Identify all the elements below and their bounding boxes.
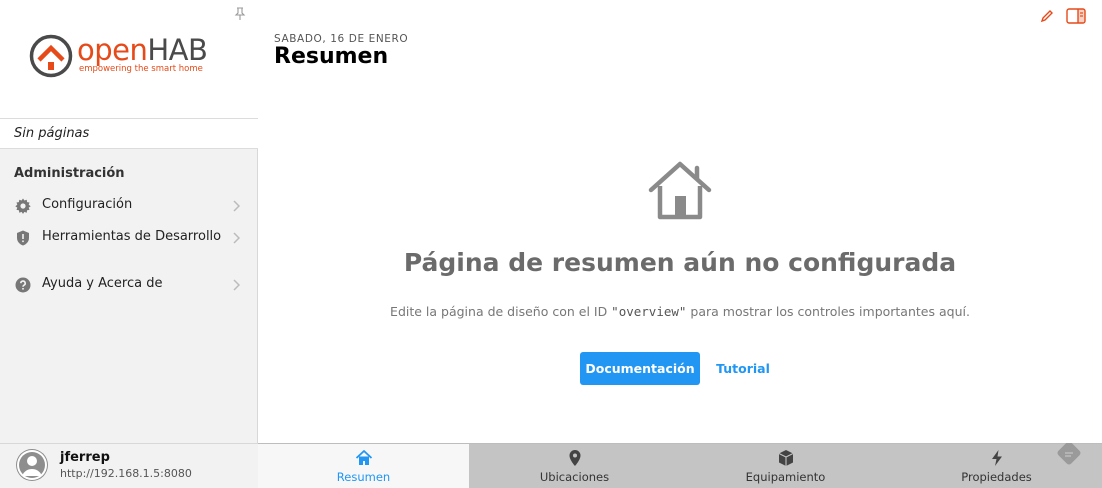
tab-ubicaciones[interactable]: Ubicaciones bbox=[469, 444, 680, 488]
user-name: jferrep bbox=[60, 450, 110, 465]
chevron-right-icon bbox=[233, 279, 240, 291]
user-profile[interactable]: jferrep http://192.168.1.5:8080 bbox=[0, 443, 258, 488]
help-icon bbox=[15, 277, 31, 293]
sidebar-item-configuracion[interactable]: Configuración bbox=[0, 190, 258, 222]
chevron-right-icon bbox=[233, 232, 240, 244]
lightning-icon bbox=[992, 450, 1002, 466]
main-content: SABADO, 16 DE ENERO Resumen Página de re… bbox=[258, 0, 1102, 443]
sidebar: openHAB empowering the smart home Sin pá… bbox=[0, 0, 258, 488]
admin-section-title: Administración bbox=[14, 166, 125, 181]
bottom-tab-bar: Resumen Ubicaciones Equipamiento Propied… bbox=[258, 443, 1102, 488]
overview-id-code: "overview" bbox=[611, 304, 687, 319]
gear-icon bbox=[15, 198, 31, 214]
tab-equipamiento[interactable]: Equipamiento bbox=[680, 444, 891, 488]
tab-label: Equipamiento bbox=[745, 470, 826, 484]
logo-area: openHAB empowering the smart home bbox=[0, 0, 258, 118]
user-avatar-icon bbox=[17, 450, 47, 480]
sidebar-item-herramientas[interactable]: Herramientas de Desarrollo bbox=[0, 222, 258, 254]
shield-icon bbox=[17, 230, 29, 246]
sidebar-item-label: Ayuda y Acerca de bbox=[42, 276, 163, 291]
avatar bbox=[16, 449, 48, 481]
chevron-right-icon bbox=[233, 200, 240, 212]
empty-state-title: Página de resumen aún no configurada bbox=[403, 248, 957, 277]
openhab-logo: openHAB empowering the smart home bbox=[29, 32, 229, 78]
tab-label: Propiedades bbox=[961, 470, 1032, 484]
empty-state-text: Edite la página de diseño con el ID "ove… bbox=[390, 304, 970, 319]
sidebar-item-label: Herramientas de Desarrollo bbox=[42, 229, 222, 244]
logo-open-text: open bbox=[77, 33, 148, 67]
tab-label: Ubicaciones bbox=[539, 470, 610, 484]
logo-tagline: empowering the smart home bbox=[79, 64, 203, 74]
pin-icon[interactable] bbox=[233, 7, 247, 21]
home-icon bbox=[355, 450, 373, 465]
sidebar-item-ayuda[interactable]: Ayuda y Acerca de bbox=[0, 269, 258, 301]
house-icon bbox=[648, 161, 712, 220]
side-panel-icon[interactable] bbox=[1066, 8, 1086, 24]
tab-label: Resumen bbox=[336, 470, 391, 484]
server-url: http://192.168.1.5:8080 bbox=[60, 467, 192, 480]
openhab-logo-icon bbox=[29, 34, 73, 78]
no-pages-label: Sin páginas bbox=[0, 118, 258, 149]
tutorial-button[interactable]: Tutorial bbox=[710, 352, 776, 385]
page-title: Resumen bbox=[274, 44, 389, 69]
sidebar-item-label: Configuración bbox=[42, 197, 133, 212]
documentation-button[interactable]: Documentación bbox=[580, 352, 700, 385]
feedback-icon[interactable] bbox=[1054, 443, 1084, 469]
tab-resumen[interactable]: Resumen bbox=[258, 444, 469, 488]
logo-hab-text: HAB bbox=[147, 33, 208, 67]
location-pin-icon bbox=[569, 450, 581, 466]
edit-pencil-icon[interactable] bbox=[1040, 9, 1054, 23]
cube-icon bbox=[778, 450, 794, 466]
